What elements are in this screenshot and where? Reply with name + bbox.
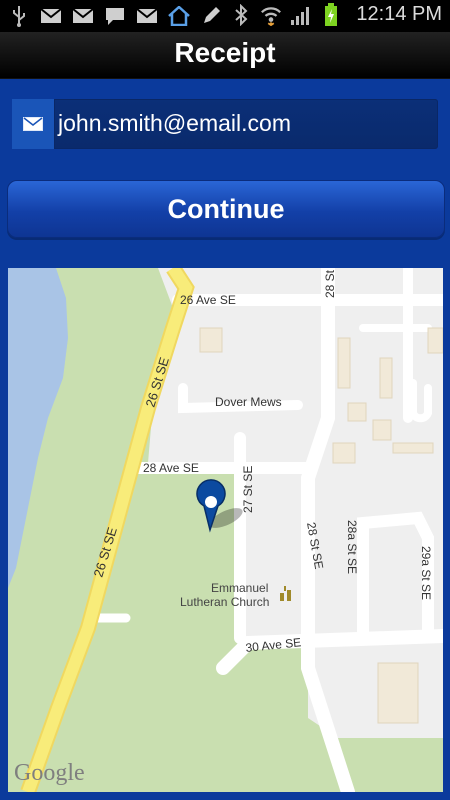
home-icon <box>168 5 190 27</box>
email-value: john.smith@email.com <box>58 110 291 136</box>
map-canvas: 26 Ave SE 28 Ave SE 30 Ave SE Dover Mews… <box>8 268 443 792</box>
label-church-line1: Emmanuel <box>211 581 268 595</box>
notification-icons <box>8 5 222 27</box>
continue-label: Continue <box>167 194 285 224</box>
label-28a-st: 28a St SE <box>345 520 359 574</box>
map-view[interactable]: 26 Ave SE 28 Ave SE 30 Ave SE Dover Mews… <box>8 268 443 792</box>
usb-icon <box>8 5 30 27</box>
envelope-icon <box>12 99 55 149</box>
label-27-st: 27 St SE <box>241 466 255 513</box>
page-title: Receipt <box>174 37 276 68</box>
label-26-ave: 26 Ave SE <box>180 293 236 307</box>
edit-icon <box>200 5 222 27</box>
label-dover-mews: Dover Mews <box>215 395 282 409</box>
gmail-icon <box>72 5 94 27</box>
email-field[interactable]: john.smith@email.com <box>12 99 438 149</box>
bluetooth-icon <box>230 3 252 26</box>
status-time: 12:14 PM <box>356 3 442 25</box>
title-bar: Receipt <box>0 32 450 79</box>
label-church-line2: Lutheran Church <box>180 595 269 609</box>
label-28-st-top: 28 St <box>323 269 337 298</box>
chat-icon <box>104 5 126 27</box>
google-logo: Google <box>14 760 85 786</box>
system-icons: 12:14 PM <box>230 2 442 26</box>
label-28-ave: 28 Ave SE <box>143 461 199 475</box>
continue-button[interactable]: Continue <box>7 180 445 238</box>
label-29a-st: 29a St SE <box>419 546 433 600</box>
signal-icon <box>290 4 312 26</box>
gmail-icon <box>40 5 62 27</box>
gmail-icon <box>136 5 158 27</box>
status-bar: 12:14 PM <box>0 0 450 32</box>
battery-icon <box>320 2 342 26</box>
wifi-icon <box>260 4 282 26</box>
